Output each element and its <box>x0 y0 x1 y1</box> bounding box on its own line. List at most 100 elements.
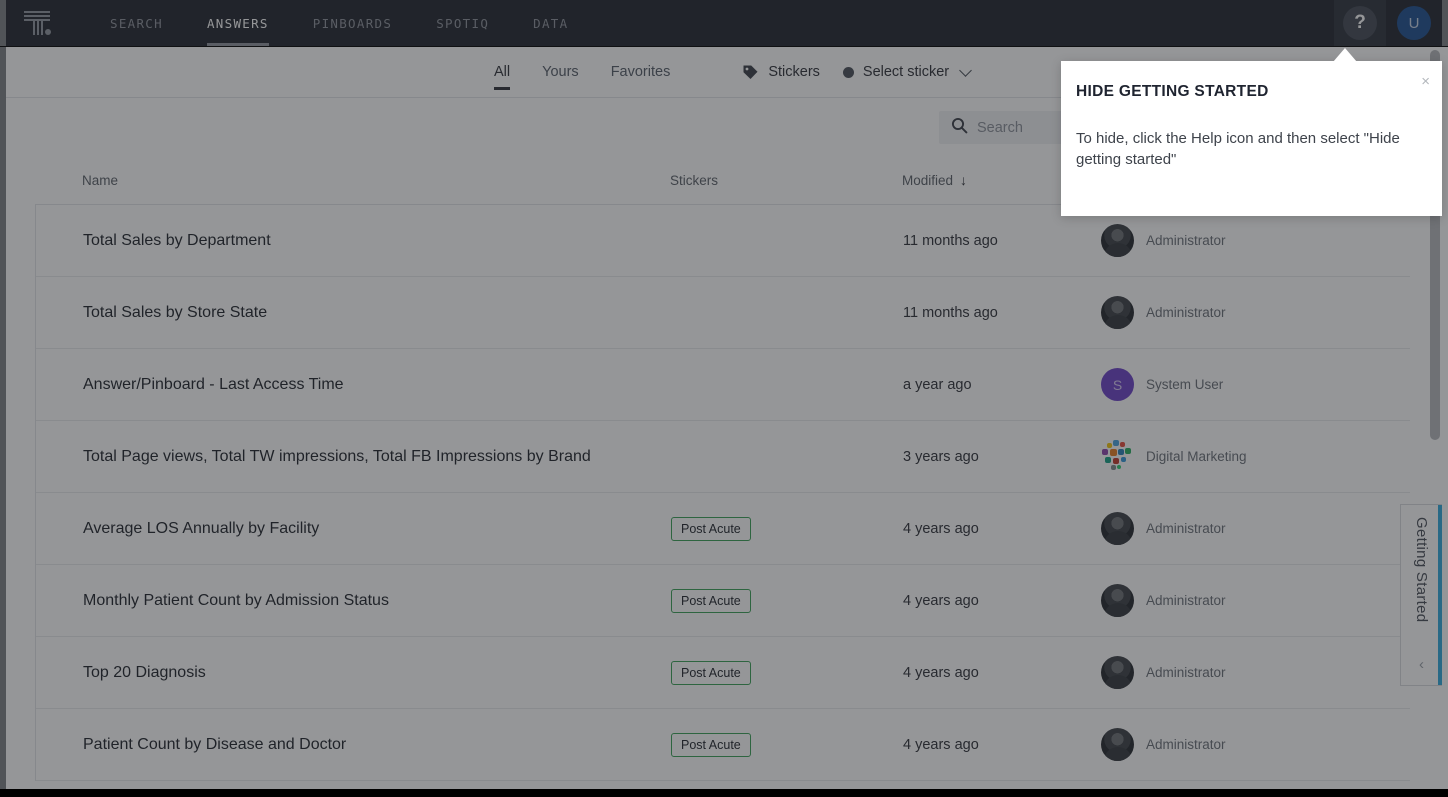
author-name: Digital Marketing <box>1146 449 1247 464</box>
row-author: Administrator <box>1101 728 1226 761</box>
help-label: ? <box>1354 12 1366 33</box>
nav-item-answers[interactable]: ANSWERS <box>185 0 291 46</box>
getting-started-tab[interactable]: Getting Started ‹ <box>1400 504 1442 686</box>
table-row[interactable]: Top 20 Diagnosis Post Acute 4 years ago … <box>36 637 1410 709</box>
nav-right-group: ? U <box>1334 0 1448 46</box>
column-header-name-label: Name <box>82 172 119 188</box>
nav-menu: SEARCH ANSWERS PINBOARDS SPOTIQ DATA <box>88 0 590 46</box>
author-name: Administrator <box>1146 593 1226 608</box>
table-row[interactable]: Total Sales by Store State 11 months ago… <box>36 277 1410 349</box>
nav-right-edge <box>1442 0 1448 46</box>
table-row[interactable]: Monthly Patient Count by Admission Statu… <box>36 565 1410 637</box>
row-name: Top 20 Diagnosis <box>83 663 206 681</box>
nav-label-search: SEARCH <box>110 15 163 31</box>
left-window-edge <box>0 47 6 789</box>
help-button[interactable]: ? <box>1334 0 1386 46</box>
tab-all-label: All <box>494 64 511 80</box>
author-avatar-icon <box>1101 728 1134 761</box>
author-name: Administrator <box>1146 737 1226 752</box>
row-modified: 11 months ago <box>903 232 998 249</box>
row-name: Patient Count by Disease and Doctor <box>83 735 347 753</box>
row-modified: a year ago <box>903 376 972 393</box>
sticker-badge[interactable]: Post Acute <box>671 516 751 541</box>
author-name: Administrator <box>1146 305 1226 320</box>
chevron-left-icon[interactable]: ‹ <box>1419 656 1424 673</box>
top-navigation-bar: SEARCH ANSWERS PINBOARDS SPOTIQ DATA ? U <box>0 0 1448 47</box>
nav-item-pinboards[interactable]: PINBOARDS <box>291 0 414 46</box>
sticker-badge[interactable]: Post Acute <box>671 660 751 685</box>
getting-started-label: Getting Started <box>1413 517 1430 623</box>
sort-descending-icon: ↓ <box>960 172 968 188</box>
nav-label-pinboards: PINBOARDS <box>312 15 393 31</box>
author-avatar-icon <box>1101 512 1134 545</box>
nav-item-search[interactable]: SEARCH <box>88 0 185 46</box>
row-modified: 4 years ago <box>903 664 979 681</box>
user-avatar-button[interactable]: U <box>1386 0 1442 46</box>
select-sticker-dropdown[interactable]: Select sticker <box>863 64 949 80</box>
nav-label-data: DATA <box>533 15 569 31</box>
author-avatar-initial: S <box>1112 376 1123 393</box>
chevron-down-icon[interactable] <box>959 63 973 77</box>
hide-getting-started-tooltip: × HIDE GETTING STARTED To hide, click th… <box>1061 61 1442 216</box>
author-avatar-icon <box>1101 656 1134 689</box>
table-row[interactable]: Answer/Pinboard - Last Access Time a yea… <box>36 349 1410 421</box>
tab-favorites[interactable]: Favorites <box>595 47 687 97</box>
tooltip-pointer-arrow <box>1333 48 1357 62</box>
nav-item-data[interactable]: DATA <box>511 0 590 46</box>
author-name: Administrator <box>1146 521 1226 536</box>
row-author: Administrator <box>1101 224 1226 257</box>
author-avatar-icon <box>1101 296 1134 329</box>
tab-favorites-label: Favorites <box>610 64 671 80</box>
row-author: Digital Marketing <box>1101 440 1247 473</box>
column-header-name[interactable]: Name <box>82 173 670 188</box>
sticker-color-dot-icon <box>842 66 854 78</box>
avatar-initial: U <box>1408 14 1420 32</box>
author-name: Administrator <box>1146 233 1226 248</box>
row-name: Answer/Pinboard - Last Access Time <box>83 375 344 393</box>
nav-label-spotiq: SPOTIQ <box>436 15 490 31</box>
author-avatar-icon <box>1101 584 1134 617</box>
search-icon <box>951 117 968 139</box>
column-header-modified-label: Modified <box>902 172 954 188</box>
tab-yours[interactable]: Yours <box>526 47 595 97</box>
tag-icon <box>742 64 759 81</box>
answers-table: Name Stickers Modified ↓ Total Sales by … <box>6 156 1442 789</box>
avatar: U <box>1397 6 1431 40</box>
sticker-badge[interactable]: Post Acute <box>671 732 751 757</box>
row-modified: 11 months ago <box>903 304 998 321</box>
search-input[interactable]: Search <box>977 120 1023 136</box>
row-name: Total Page views, Total TW impressions, … <box>83 447 591 465</box>
close-icon[interactable]: × <box>1421 74 1430 89</box>
row-stickers: Post Acute <box>671 516 903 541</box>
row-name: Total Sales by Store State <box>83 303 268 321</box>
row-author: Administrator <box>1101 656 1226 689</box>
view-tabs: All Yours Favorites <box>478 47 686 97</box>
row-name: Average LOS Annually by Facility <box>83 519 320 537</box>
nav-item-spotiq[interactable]: SPOTIQ <box>414 0 511 46</box>
author-avatar-icon: S <box>1101 368 1134 401</box>
row-name: Monthly Patient Count by Admission Statu… <box>83 591 389 609</box>
nav-label-answers: ANSWERS <box>206 15 269 31</box>
author-name: System User <box>1146 377 1224 392</box>
row-name: Total Sales by Department <box>83 231 271 249</box>
row-author: Administrator <box>1101 296 1226 329</box>
tooltip-body: To hide, click the Help icon and then se… <box>1076 130 1400 169</box>
table-body: Total Sales by Department 11 months ago … <box>35 204 1410 781</box>
row-stickers: Post Acute <box>671 588 903 613</box>
tab-all[interactable]: All <box>478 47 526 97</box>
author-name: Administrator <box>1146 665 1226 680</box>
table-row[interactable]: Average LOS Annually by Facility Post Ac… <box>36 493 1410 565</box>
app-logo[interactable] <box>6 0 68 46</box>
table-row[interactable]: Total Page views, Total TW impressions, … <box>36 421 1410 493</box>
row-modified: 4 years ago <box>903 592 979 609</box>
application-root: SEARCH ANSWERS PINBOARDS SPOTIQ DATA ? U… <box>0 0 1448 797</box>
table-row[interactable]: Patient Count by Disease and Doctor Post… <box>36 709 1410 781</box>
sticker-badge[interactable]: Post Acute <box>671 588 751 613</box>
tooltip-title: HIDE GETTING STARTED <box>1076 83 1269 100</box>
row-author: S System User <box>1101 368 1223 401</box>
row-stickers: Post Acute <box>671 732 903 757</box>
column-header-stickers[interactable]: Stickers <box>670 173 902 188</box>
column-header-stickers-label: Stickers <box>670 172 719 188</box>
stickers-label: Stickers <box>768 64 820 80</box>
row-author: Administrator <box>1101 512 1226 545</box>
